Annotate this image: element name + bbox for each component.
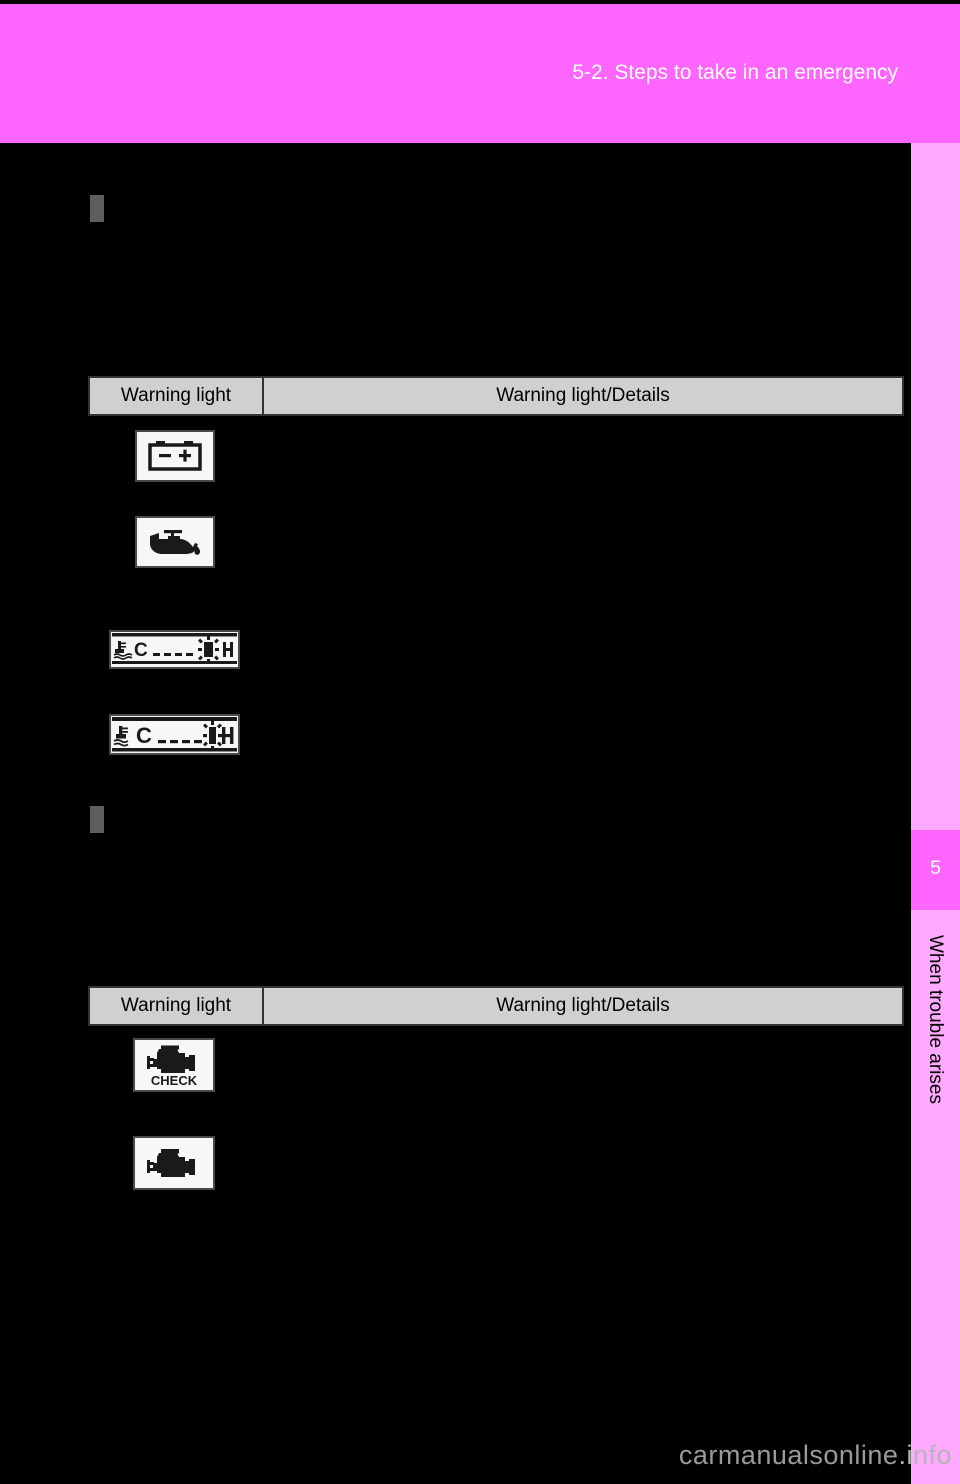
column-header-warning-light: Warning light bbox=[88, 376, 264, 416]
svg-text:C: C bbox=[136, 723, 152, 748]
watermark: carmanualsonline.info bbox=[0, 1440, 960, 1471]
coolant-temperature-gauge-h-icon: C bbox=[109, 714, 240, 755]
oil-pressure-warning-icon bbox=[135, 516, 215, 568]
column-header-details: Warning light/Details bbox=[262, 376, 904, 416]
watermark-main: carmanualsonline bbox=[678, 1440, 899, 1470]
table-header-row: Warning light Warning light/Details bbox=[88, 986, 904, 1026]
check-engine-icon bbox=[133, 1136, 215, 1190]
section-marker bbox=[90, 195, 104, 222]
battery-warning-icon bbox=[135, 430, 215, 482]
svg-text:CHECK: CHECK bbox=[151, 1073, 198, 1087]
page-root: 5-2. Steps to take in an emergency 5 Whe… bbox=[0, 0, 960, 1484]
table-header-row: Warning light Warning light/Details bbox=[88, 376, 904, 416]
page-title: 5-2. Steps to take in an emergency bbox=[572, 61, 898, 84]
column-header-details: Warning light/Details bbox=[262, 986, 904, 1026]
chapter-sidebar: 5 When trouble arises bbox=[911, 143, 960, 1484]
svg-text:C: C bbox=[134, 640, 148, 661]
chapter-title: When trouble arises bbox=[925, 935, 946, 1104]
warning-light-table-2: Warning light Warning light/Details bbox=[88, 986, 904, 1026]
coolant-temperature-gauge-high-icon: C bbox=[109, 630, 240, 669]
chapter-number: 5 bbox=[930, 858, 941, 879]
warning-light-table-1: Warning light Warning light/Details bbox=[88, 376, 904, 416]
column-header-warning-light: Warning light bbox=[88, 986, 264, 1026]
page-header: 5-2. Steps to take in an emergency bbox=[0, 4, 960, 143]
check-engine-with-text-icon: CHECK bbox=[133, 1038, 215, 1092]
section-marker bbox=[90, 806, 104, 833]
